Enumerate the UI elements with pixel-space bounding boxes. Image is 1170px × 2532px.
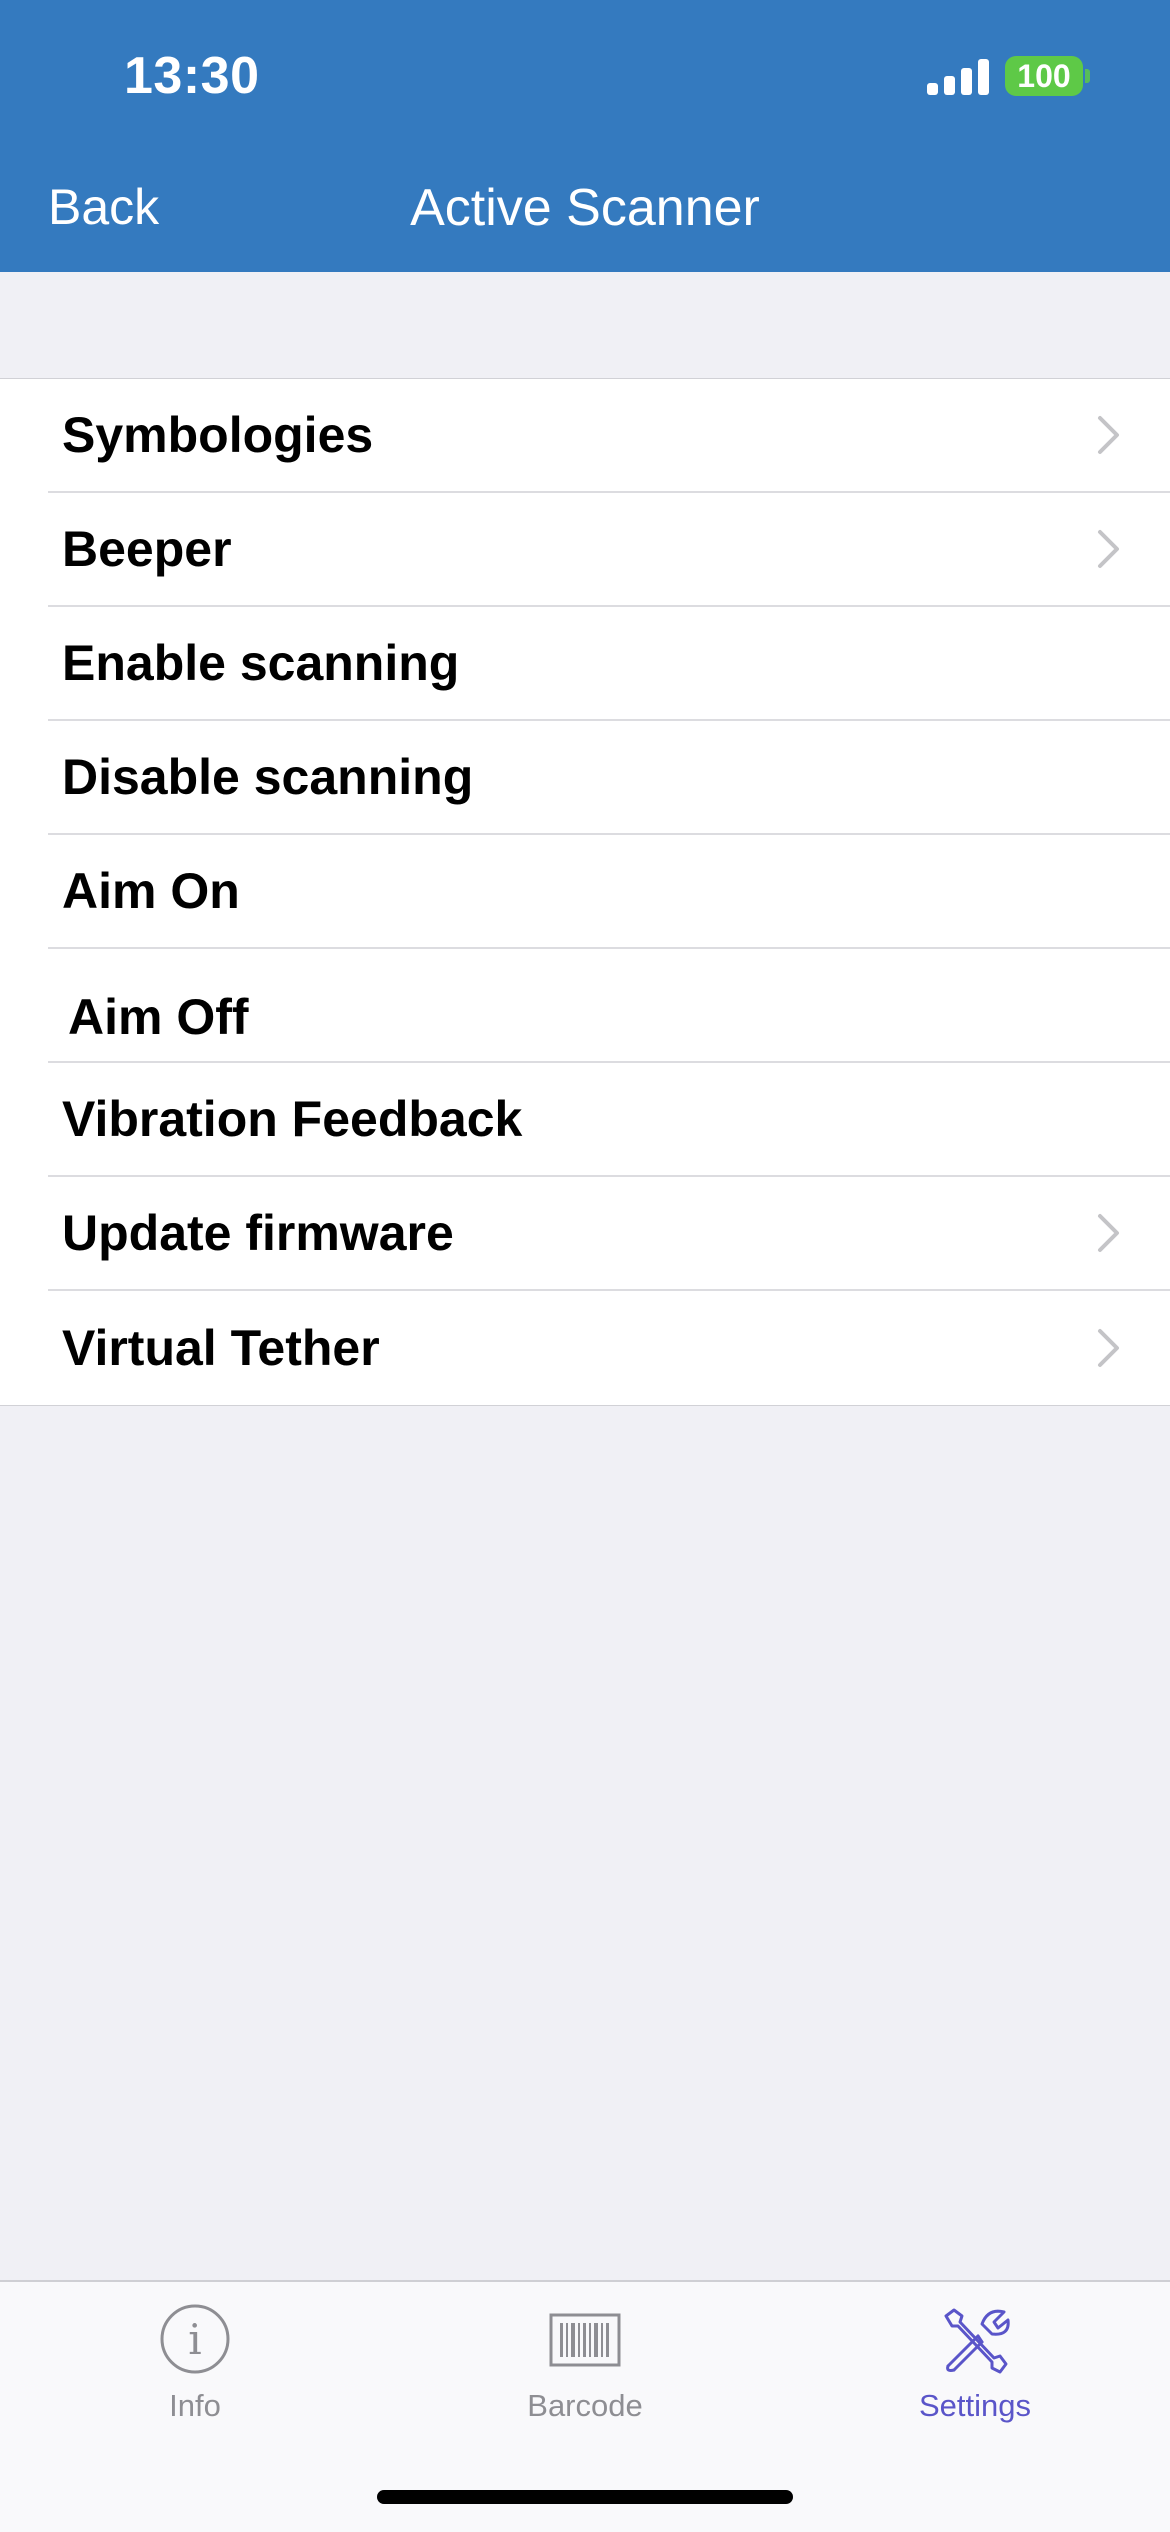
settings-row-symbologies[interactable]: Symbologies (48, 379, 1170, 493)
row-label: Update firmware (62, 1205, 454, 1261)
settings-row-aim-off[interactable]: Aim Off (48, 949, 1170, 1063)
row-label: Aim On (62, 863, 240, 919)
settings-row-virtual-tether[interactable]: Virtual Tether (48, 1291, 1170, 1405)
info-icon: i (160, 2304, 230, 2374)
tab-settings[interactable]: Settings (780, 2302, 1170, 2452)
home-indicator[interactable] (377, 2490, 793, 2504)
settings-tools-icon (944, 2308, 1010, 2374)
battery-icon: 100 (1005, 56, 1090, 96)
settings-row-vibration-feedback[interactable]: Vibration Feedback (48, 1063, 1170, 1177)
tab-barcode[interactable]: Barcode (390, 2302, 780, 2452)
settings-row-beeper[interactable]: Beeper (48, 493, 1170, 607)
row-label: Aim Off (68, 989, 249, 1045)
row-label: Beeper (62, 521, 232, 577)
cellular-signal-icon (927, 57, 989, 95)
barcode-icon (549, 2313, 621, 2367)
chevron-right-icon (1098, 416, 1119, 454)
row-label: Symbologies (62, 407, 374, 463)
status-time: 13:30 (124, 47, 260, 105)
chevron-right-icon (1098, 1329, 1119, 1367)
header: 13:30 100 Back Active Scanner (0, 0, 1170, 272)
settings-row-disable-scanning[interactable]: Disable scanning (48, 721, 1170, 835)
svg-text:i: i (188, 2315, 201, 2364)
battery-level: 100 (1005, 56, 1083, 96)
tab-label: Settings (918, 2388, 1031, 2423)
chevron-right-icon (1098, 1214, 1119, 1252)
settings-row-aim-on[interactable]: Aim On (48, 835, 1170, 949)
tab-info[interactable]: i Info (0, 2302, 390, 2452)
row-label: Enable scanning (62, 635, 460, 691)
settings-list: Symbologies Beeper Enable scanning Disab… (0, 378, 1170, 1406)
row-label: Virtual Tether (62, 1320, 380, 1376)
status-indicators: 100 (927, 56, 1090, 96)
row-label: Disable scanning (62, 749, 474, 805)
tab-label: Info (169, 2388, 221, 2423)
screen: 13:30 100 Back Active Scanner Symbologie… (0, 0, 1170, 2532)
page-title: Active Scanner (410, 179, 760, 237)
settings-row-update-firmware[interactable]: Update firmware (48, 1177, 1170, 1291)
row-label: Vibration Feedback (62, 1091, 523, 1147)
chevron-right-icon (1098, 530, 1119, 568)
tab-label: Barcode (527, 2388, 643, 2423)
battery-cap (1085, 69, 1090, 83)
settings-row-enable-scanning[interactable]: Enable scanning (48, 607, 1170, 721)
